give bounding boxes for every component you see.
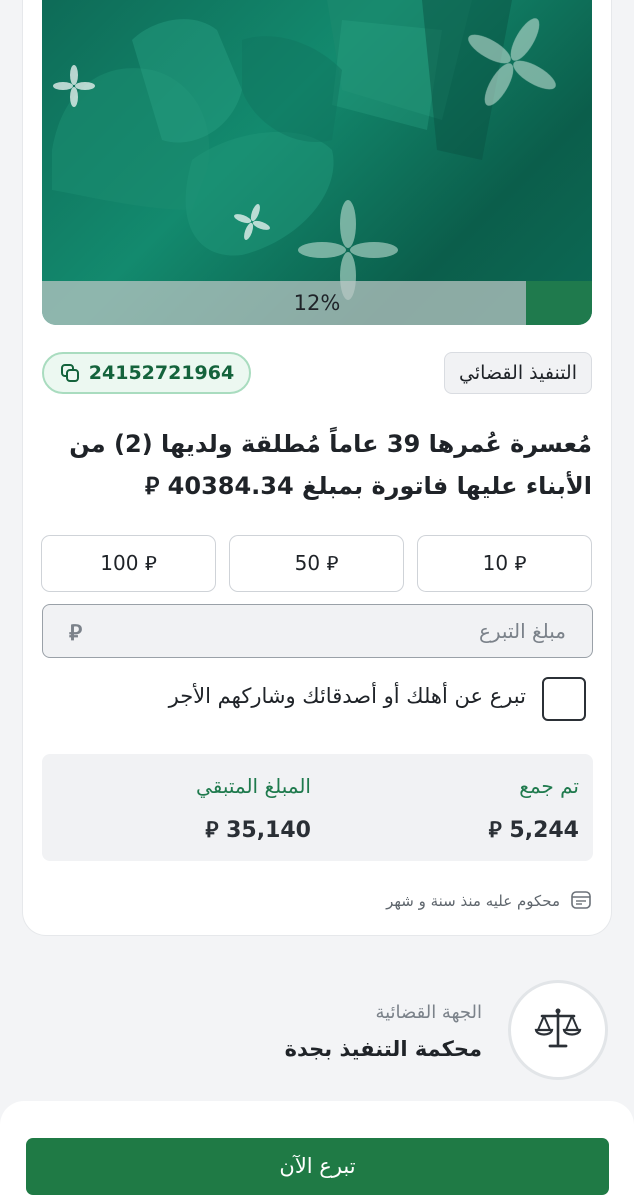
court-icon-circle [508, 980, 608, 1080]
gift-checkbox[interactable] [542, 677, 586, 721]
remaining-label: المبلغ المتبقي [196, 774, 311, 798]
amount-100-button[interactable]: 100 ⃁ [41, 535, 216, 592]
collected-value: 5,244 ⃁ [488, 818, 579, 843]
judgment-duration-text: محكوم عليه منذ سنة و شهر [386, 892, 560, 910]
hands-praying-illustration [52, 0, 556, 300]
remaining-value: 35,140 ⃁ [205, 818, 311, 843]
amount-50-button[interactable]: 50 ⃁ [229, 535, 404, 592]
category-badge: التنفيذ القضائي [444, 352, 592, 394]
court-section: الجهة القضائية محكمة التنفيذ بجدة [18, 980, 608, 1080]
donation-amount-input[interactable] [126, 605, 566, 657]
copy-icon[interactable] [59, 362, 81, 384]
donation-amount-field: ⃁ [42, 604, 593, 658]
court-name: محكمة التنفيذ بجدة [284, 1037, 482, 1061]
donation-stats: تم جمع 5,244 ⃁ المبلغ المتبقي 35,140 ⃁ [42, 754, 593, 861]
amount-10-button[interactable]: 10 ⃁ [417, 535, 592, 592]
judgment-duration: محكوم عليه منذ سنة و شهر [386, 888, 592, 914]
progress-bar: 12% [42, 281, 592, 325]
gift-checkbox-label[interactable]: تبرع عن أهلك أو أصدقائك وشاركهم الأجر [169, 684, 526, 708]
case-title: مُعسرة عُمرها 39 عاماً مُطلقة ولديها (2)… [69, 430, 592, 500]
scales-icon [532, 1002, 584, 1058]
case-number: 24152721964 [88, 362, 235, 384]
collected-label: تم جمع [519, 774, 579, 798]
currency-icon: ⃁ [69, 621, 83, 646]
court-label: الجهة القضائية [375, 1002, 482, 1023]
campaign-image: 12% [42, 0, 592, 325]
donate-now-button[interactable]: تبرع الآن [26, 1138, 609, 1195]
calendar-icon [570, 888, 592, 914]
case-number-badge[interactable]: 24152721964 [42, 352, 251, 394]
progress-percentage: 12% [293, 291, 341, 315]
